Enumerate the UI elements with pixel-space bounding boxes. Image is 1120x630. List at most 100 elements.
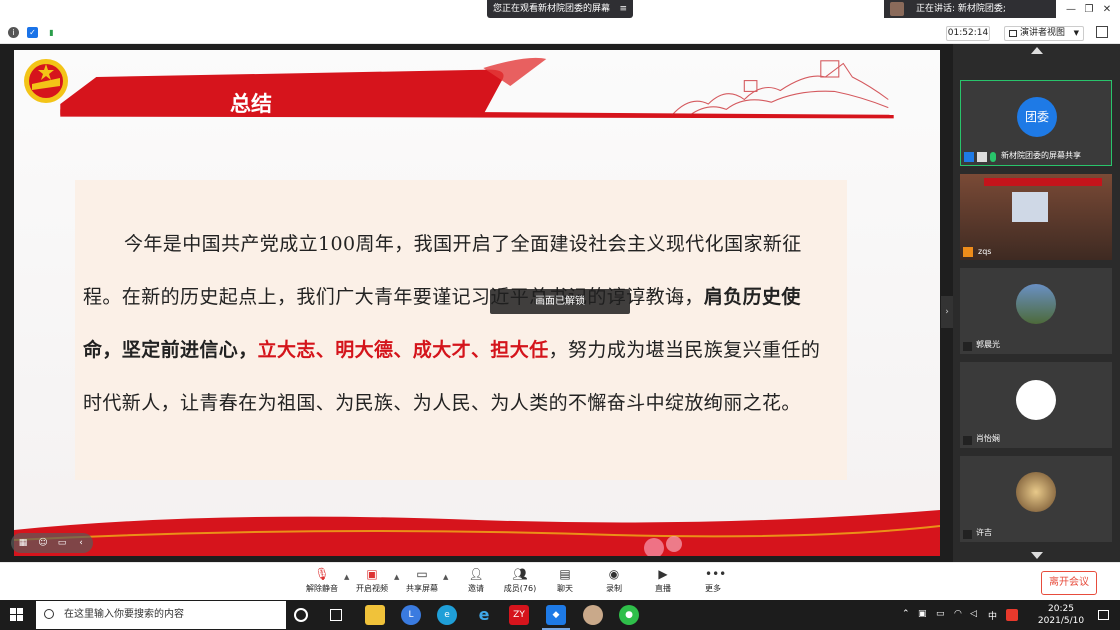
minimize-icon[interactable]: —: [1064, 3, 1078, 17]
info-icon[interactable]: i: [8, 27, 19, 38]
ie-icon[interactable]: e: [474, 605, 494, 625]
more-label: 更多: [705, 584, 721, 593]
view-mode-label: 演讲者视图: [1020, 28, 1066, 38]
menu-icon[interactable]: ≡: [619, 0, 627, 18]
avatar: [1016, 284, 1056, 324]
signal-icon[interactable]: ▮: [46, 27, 57, 38]
user-icon: [964, 152, 974, 162]
grid-icon: [1009, 30, 1017, 37]
scroll-up-icon[interactable]: [1031, 47, 1043, 54]
meeting-info-bar: i ✓ ▮ 01:52:14 演讲者视图 ▼: [0, 22, 1120, 44]
collapse-panel-icon[interactable]: ›: [941, 296, 953, 328]
record-label: 录制: [606, 584, 622, 593]
record-icon: ◉: [608, 567, 620, 581]
clock-date: 2021/5/10: [1037, 616, 1085, 626]
scroll-down-icon[interactable]: [1031, 552, 1043, 559]
shield-icon[interactable]: ✓: [27, 27, 38, 38]
share-screen-button[interactable]: ▭ 共享屏幕: [400, 565, 444, 599]
mic-muted-icon: [963, 530, 972, 539]
taskbar-search-input[interactable]: 在这里输入你要搜索的内容: [36, 601, 286, 629]
chat-label: 聊天: [557, 584, 573, 593]
zy-app-label: ZY: [513, 610, 525, 620]
participant-panel: 团委 新材院团委的屏幕共享 zqs 郭晨光 肖怡娴 许吉: [953, 44, 1120, 562]
speaking-banner-text: 正在讲话: 新材院团委;: [916, 4, 1006, 14]
avatar: 团委: [1017, 97, 1057, 137]
unmute-label: 解除静音: [306, 584, 338, 593]
participant-name: 新材院团委的屏幕共享: [1001, 151, 1081, 160]
battery-icon[interactable]: ▭: [936, 609, 945, 619]
ime-app-icon[interactable]: [1006, 609, 1018, 621]
slide-footer-decoration: [14, 510, 940, 556]
members-button[interactable]: 👥︎ 成员(76): [498, 565, 542, 599]
chat-button[interactable]: ▤ 聊天: [543, 565, 587, 599]
slide-header-banner: [60, 57, 894, 119]
presentation-slide: 总结 今年是中国共产党成立100周年，我国开启了全面建设社会主义现代化国家新征程…: [14, 50, 940, 556]
video-options-icon[interactable]: ▲: [394, 573, 399, 581]
mic-muted-icon: 🎙︎: [314, 567, 330, 581]
invite-label: 邀请: [468, 584, 484, 593]
live-button[interactable]: ▶ 直播: [641, 565, 685, 599]
leave-meeting-button[interactable]: 离开会议: [1041, 571, 1097, 595]
body-text-highlight: 立大志、明大德、成大才、担大任: [257, 339, 549, 361]
mic-muted-icon: [963, 247, 973, 257]
cortana-icon[interactable]: [294, 608, 308, 622]
participant-tile[interactable]: 郭晨光: [960, 268, 1112, 354]
mic-muted-icon: [963, 436, 972, 445]
fullscreen-icon[interactable]: [1096, 26, 1108, 38]
unmute-options-icon[interactable]: ▲: [344, 573, 349, 581]
lenovo-icon[interactable]: L: [401, 605, 421, 625]
shared-screen-area: 总结 今年是中国共产党成立100周年，我国开启了全面建设社会主义现代化国家新征程…: [0, 44, 953, 562]
meeting-timer: 01:52:14: [946, 26, 990, 41]
zy-app-icon[interactable]: ZY: [509, 605, 529, 625]
share-screen-icon: ▭: [416, 567, 428, 581]
windows-taskbar: 在这里输入你要搜索的内容 L e e ZY ◆ ● ⌃ ▣ ▭ ◠ ◁ 中 20…: [0, 600, 1120, 630]
more-icon: •••: [705, 567, 727, 581]
participant-name: 许吉: [976, 528, 992, 537]
participant-tile[interactable]: 肖怡娴: [960, 362, 1112, 448]
title-bar: 您正在观看新材院团委的屏幕 ≡ 正在讲话: 新材院团委; — ❐ ✕: [0, 0, 1120, 22]
close-icon[interactable]: ✕: [1100, 3, 1114, 17]
emoji-icon[interactable]: ☺: [37, 537, 49, 549]
youth-league-emblem: [24, 59, 68, 103]
red-banner: [984, 178, 1102, 186]
video-off-icon: ▣: [366, 567, 378, 581]
comment-icon[interactable]: ▭: [56, 537, 68, 549]
participant-tile[interactable]: zqs: [960, 174, 1112, 260]
wechat-icon[interactable]: ●: [619, 605, 639, 625]
record-button[interactable]: ◉ 录制: [592, 565, 636, 599]
start-video-button[interactable]: ▣ 开启视频: [350, 565, 394, 599]
unmute-button[interactable]: 🎙︎ 解除静音: [300, 565, 344, 599]
tray-app-icon[interactable]: ▣: [918, 609, 927, 619]
avatar-text: 团委: [1024, 110, 1049, 124]
share-screen-label: 共享屏幕: [406, 584, 438, 593]
edge-icon[interactable]: e: [437, 605, 457, 625]
speaker-avatar: [890, 2, 904, 16]
screen-share-icon: [977, 152, 987, 162]
share-options-icon[interactable]: ▲: [443, 573, 448, 581]
invite-button[interactable]: 👤︎ 邀请: [454, 565, 498, 599]
view-mode-selector[interactable]: 演讲者视图 ▼: [1004, 26, 1084, 41]
windows-start-icon[interactable]: [10, 608, 24, 622]
mic-icon: [990, 152, 996, 162]
task-view-icon[interactable]: [330, 609, 342, 621]
collapse-left-icon[interactable]: ‹: [75, 537, 87, 549]
speaking-banner: 正在讲话: 新材院团委;: [884, 0, 1056, 18]
mic-muted-icon: [963, 342, 972, 351]
file-explorer-icon[interactable]: [365, 605, 385, 625]
viewing-screen-banner[interactable]: 您正在观看新材院团委的屏幕 ≡: [487, 0, 633, 18]
volume-icon[interactable]: ◁: [970, 609, 977, 619]
tray-expand-icon[interactable]: ⌃: [902, 609, 910, 619]
taskbar-clock[interactable]: 20:25 2021/5/10: [1030, 603, 1092, 627]
wifi-icon[interactable]: ◠: [954, 609, 962, 619]
live-label: 直播: [655, 584, 671, 593]
participant-tile[interactable]: 团委 新材院团委的屏幕共享: [960, 80, 1112, 166]
avatar: [1016, 472, 1056, 512]
tencent-meeting-icon[interactable]: ◆: [546, 605, 566, 625]
more-button[interactable]: ••• 更多: [691, 565, 735, 599]
annotate-icon[interactable]: ▦: [17, 537, 29, 549]
notification-icon[interactable]: [1098, 610, 1109, 620]
ime-indicator[interactable]: 中: [988, 609, 997, 622]
photo-app-icon[interactable]: [583, 605, 603, 625]
restore-icon[interactable]: ❐: [1082, 3, 1096, 17]
participant-tile[interactable]: 许吉: [960, 456, 1112, 542]
